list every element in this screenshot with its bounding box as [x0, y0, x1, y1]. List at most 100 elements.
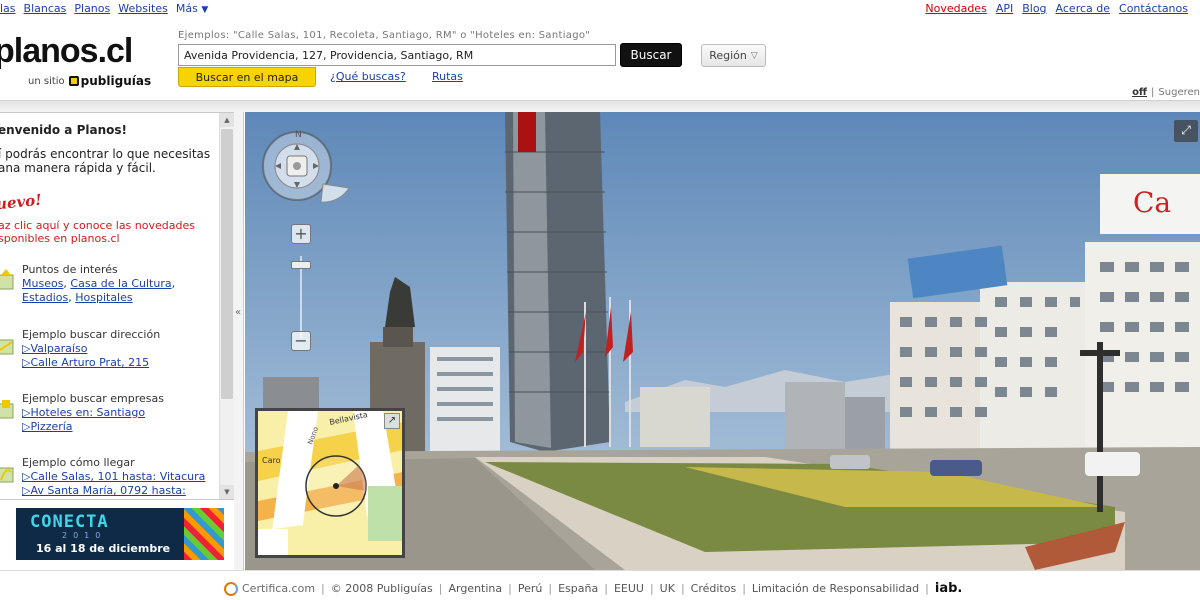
nav-link-contactanos[interactable]: Contáctanos — [1119, 2, 1188, 15]
region-label: Región — [709, 49, 747, 62]
logo-subtitle: un sitio publiguías — [28, 74, 151, 88]
header-divider — [0, 100, 1200, 112]
sidebar-item-heading: Ejemplo buscar empresas — [22, 392, 164, 405]
footer-link-limitacion[interactable]: Limitación de Responsabilidad — [752, 582, 919, 595]
separator: | — [649, 582, 654, 595]
link-estadios[interactable]: Estadios — [22, 291, 68, 304]
sidebar-item-links: ▷Valparaíso ▷Calle Arturo Prat, 215 — [22, 342, 212, 370]
nav-link-novedades[interactable]: Novedades — [925, 2, 986, 15]
separator: | — [438, 582, 443, 595]
scroll-down-icon[interactable]: ▼ — [220, 485, 234, 499]
banner-dates: 16 al 18 de diciembre — [36, 542, 171, 555]
logo[interactable]: planos.cl — [0, 32, 133, 71]
zoom-slider-handle[interactable] — [291, 261, 311, 269]
sidebar-item-links: ▷Calle Salas, 101 hasta: Vitacura ▷Av Sa… — [22, 470, 212, 498]
separator: | — [925, 582, 929, 595]
compass-control[interactable] — [261, 130, 349, 220]
nav-link-api[interactable]: API — [996, 2, 1013, 15]
rutas-link[interactable]: Rutas — [432, 70, 463, 83]
fullscreen-icon[interactable]: ⤢ — [1174, 120, 1198, 142]
street-view-panel[interactable]: Ca N + − ⤢ Bellavista Caro Nono ↗ — [245, 112, 1200, 570]
search-on-map-button[interactable]: Buscar en el mapa — [178, 67, 316, 87]
nuevo-badge[interactable]: uevo! — [0, 191, 43, 214]
banner-year: 2010 — [62, 531, 107, 540]
search-input[interactable] — [178, 44, 616, 66]
top-navigation: las Blancas Planos Websites Más ▼ Noveda… — [0, 0, 1200, 18]
sidebar-item-heading: Ejemplo cómo llegar — [22, 456, 135, 469]
mini-map-image: Bellavista Caro Nono — [258, 411, 402, 555]
billboard-text: Ca — [1133, 186, 1171, 219]
compass-north-label: N — [295, 130, 302, 140]
nav-mas-dropdown[interactable]: Más ▼ — [176, 2, 208, 15]
link-santa-maria[interactable]: Av Santa María, 0792 hasta: — [30, 484, 185, 497]
region-dropdown[interactable]: Región ▽ — [701, 44, 766, 67]
minimap-street-caro: Caro — [262, 456, 281, 465]
footer-copyright: © 2008 Publiguías — [330, 582, 433, 595]
nav-link-blancas-partial[interactable]: las — [0, 2, 16, 15]
minimap-expand-icon[interactable]: ↗ — [384, 413, 400, 429]
separator: | — [508, 582, 512, 595]
link-valparaiso[interactable]: Valparaíso — [30, 342, 87, 355]
link-hoteles[interactable]: Hoteles en: Santiago — [30, 406, 145, 419]
footer-links: Certifica.com | © 2008 Publiguías | Arge… — [224, 581, 962, 596]
search-button[interactable]: Buscar — [620, 43, 682, 67]
sidebar-item-links: Museos, Casa de la Cultura, Estadios, Ho… — [22, 277, 176, 304]
link-arturo-prat[interactable]: Calle Arturo Prat, 215 — [30, 356, 149, 369]
link-hospitales[interactable]: Hospitales — [75, 291, 132, 304]
novedades-link[interactable]: az clic aquí y conoce las novedades spon… — [0, 219, 213, 245]
certifica-text: Certifica.com — [242, 582, 316, 595]
sidebar-scrollbar[interactable]: ▲ ▼ — [219, 113, 234, 499]
publiguias-square-icon — [68, 76, 79, 86]
nav-link-blancas[interactable]: Blancas — [24, 2, 67, 15]
separator: | — [321, 582, 325, 595]
double-chevron-left-icon: « — [235, 307, 242, 318]
map-pin-icon — [0, 269, 14, 290]
chevron-down-icon: ▼ — [201, 5, 209, 15]
link-calle-salas[interactable]: Calle Salas, 101 hasta: Vitacura — [30, 470, 205, 483]
footer-link-creditos[interactable]: Créditos — [691, 582, 737, 595]
footer-link-argentina[interactable]: Argentina — [448, 582, 502, 595]
nav-link-acerca[interactable]: Acerca de — [1056, 2, 1110, 15]
link-casa-cultura[interactable]: Casa de la Cultura — [70, 277, 171, 290]
zoom-in-button[interactable]: + — [291, 224, 311, 244]
footer: Certifica.com | © 2008 Publiguías | Arge… — [0, 570, 1200, 600]
mini-map[interactable]: Bellavista Caro Nono ↗ — [255, 408, 405, 558]
zoom-out-button[interactable]: − — [291, 331, 311, 351]
sidebar-item-heading: Puntos de interés — [22, 263, 118, 276]
separator: | — [742, 582, 746, 595]
link-museos[interactable]: Museos — [22, 277, 63, 290]
top-nav-right: Novedades API Blog Acerca de Contáctanos — [925, 2, 1188, 15]
iab-logo[interactable]: iab. — [935, 581, 962, 596]
nav-link-websites[interactable]: Websites — [118, 2, 168, 15]
sidebar-item-links: ▷Hoteles en: Santiago ▷Pizzería — [22, 406, 212, 434]
sidebar-item-direccion: Ejemplo buscar dirección ▷Valparaíso ▷Ca… — [0, 328, 215, 384]
conecta-banner[interactable]: CONECTA 2010 16 al 18 de diciembre — [16, 508, 224, 560]
logo-sub-text: un sitio — [28, 75, 65, 87]
link-pizzeria[interactable]: Pizzería — [30, 420, 72, 433]
footer-link-eeuu[interactable]: EEUU — [614, 582, 644, 595]
building-icon — [0, 400, 14, 419]
scrollbar-thumb[interactable] — [221, 129, 233, 399]
search-examples: Ejemplos: "Calle Salas, 101, Recoleta, S… — [178, 30, 591, 41]
nav-link-blog[interactable]: Blog — [1022, 2, 1046, 15]
footer-link-uk[interactable]: UK — [660, 582, 675, 595]
footer-link-espana[interactable]: España — [558, 582, 598, 595]
que-buscas-link[interactable]: ¿Qué buscas? — [330, 70, 406, 83]
chevron-down-icon: ▽ — [750, 50, 758, 61]
separator: | — [604, 582, 608, 595]
off-toggle[interactable]: off — [1132, 87, 1147, 98]
suggestions-label[interactable]: Sugeren — [1158, 87, 1200, 98]
sidebar-collapse-handle[interactable]: « — [234, 112, 244, 570]
publiguias-logo[interactable]: publiguías — [68, 74, 152, 88]
route-icon — [0, 467, 14, 483]
footer-link-peru[interactable]: Perú — [518, 582, 543, 595]
nav-link-planos[interactable]: Planos — [74, 2, 110, 15]
separator: | — [1151, 87, 1155, 98]
certifica-logo[interactable]: Certifica.com — [224, 581, 316, 596]
sidebar-intro: í podrás encontrar lo que necesitas ana … — [0, 147, 211, 175]
banner-graphic — [184, 508, 224, 560]
sidebar-item-como-llegar: Ejemplo cómo llegar ▷Calle Salas, 101 ha… — [0, 456, 215, 499]
nav-mas-label: Más — [175, 2, 198, 15]
scroll-up-icon[interactable]: ▲ — [220, 113, 234, 127]
publiguias-brand: publiguías — [80, 74, 152, 88]
